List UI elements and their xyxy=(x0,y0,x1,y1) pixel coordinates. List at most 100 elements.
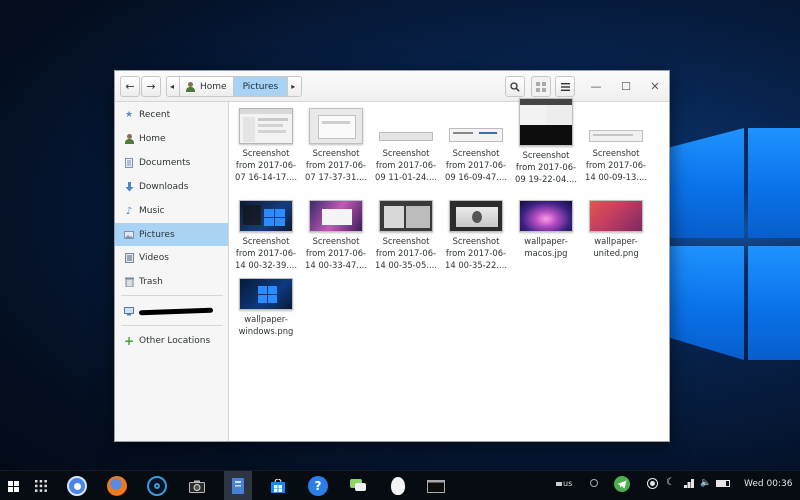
sidebar-item-device[interactable] xyxy=(115,300,228,322)
pictures-icon xyxy=(124,230,134,240)
maximize-icon: ☐ xyxy=(621,79,631,93)
chromium-launcher[interactable] xyxy=(67,476,87,496)
search-button[interactable] xyxy=(505,76,525,97)
sidebar-separator xyxy=(121,295,223,296)
sidebar-item-music[interactable]: ♪ Music xyxy=(115,200,228,222)
file-thumbnail xyxy=(589,108,643,144)
files-launcher[interactable] xyxy=(228,476,248,496)
chat-launcher[interactable] xyxy=(348,476,368,496)
help-launcher[interactable]: ? xyxy=(308,476,328,496)
file-item[interactable]: wallpaper-windows.png xyxy=(232,278,300,337)
back-button[interactable]: ← xyxy=(120,76,140,97)
file-item[interactable]: Screenshot from 2017-06-14 00-32-39.... xyxy=(232,200,300,271)
minimize-icon: — xyxy=(590,79,602,93)
sidebar-separator xyxy=(121,325,223,326)
user-home-icon xyxy=(186,81,195,92)
chat-bubbles-icon xyxy=(350,479,366,491)
file-thumbnail xyxy=(309,200,363,232)
taskbar: ? us ☾ 🔈 Wed 00:36 xyxy=(0,470,800,500)
videos-icon xyxy=(124,253,134,263)
screenshot-launcher[interactable] xyxy=(187,476,207,496)
file-thumbnail xyxy=(239,108,293,144)
camera-icon xyxy=(189,480,205,493)
file-item[interactable]: Screenshot from 2017-06-09 19-22-04.... xyxy=(512,98,580,185)
sidebar-item-pictures[interactable]: Pictures xyxy=(115,223,228,246)
wallpaper-windows-logo xyxy=(668,128,800,360)
file-item[interactable]: wallpaper-united.png xyxy=(582,200,650,259)
music-icon: ♪ xyxy=(125,205,133,217)
file-thumbnail xyxy=(309,108,363,144)
file-item[interactable]: Screenshot from 2017-06-07 16-14-17.... xyxy=(232,108,300,183)
keyboard-layout-indicator[interactable]: us xyxy=(556,479,572,488)
indicator-circle-icon[interactable] xyxy=(590,479,598,487)
downloads-icon xyxy=(124,182,134,192)
file-item[interactable]: Screenshot from 2017-06-07 17-37-31.... xyxy=(302,108,370,183)
search-icon xyxy=(510,81,520,92)
file-item[interactable]: Screenshot from 2017-06-14 00-33-47.... xyxy=(302,200,370,271)
home-icon xyxy=(124,134,134,144)
file-thumbnail xyxy=(239,278,293,310)
notification-icon[interactable] xyxy=(648,479,657,488)
clock-icon: ★ xyxy=(124,110,134,120)
terminal-launcher[interactable] xyxy=(426,476,446,496)
path-pictures-button[interactable]: Pictures xyxy=(233,77,289,96)
shopping-bag-icon xyxy=(271,479,285,493)
path-bar: ◂ Home Pictures ▸ xyxy=(166,76,303,97)
clock[interactable]: Wed 00:36 xyxy=(744,479,792,489)
keyboard-icon xyxy=(556,482,562,486)
app-grid-icon xyxy=(35,480,47,492)
chevron-left-icon: ◂ xyxy=(170,82,175,91)
file-manager-window: ← → ◂ Home Pictures ▸ — ☐ ✕ ★ Recent Home… xyxy=(114,70,670,442)
file-item[interactable]: wallpaper-macos.jpg xyxy=(512,200,580,259)
minimize-button[interactable]: — xyxy=(587,78,605,94)
computer-icon xyxy=(124,306,134,316)
night-light-icon[interactable]: ☾ xyxy=(666,477,675,488)
path-home-button[interactable]: Home xyxy=(180,77,234,96)
firefox-launcher[interactable] xyxy=(107,476,127,496)
settings-ring-icon xyxy=(154,483,160,489)
sidebar-item-home[interactable]: Home xyxy=(115,128,228,150)
egg-app-launcher[interactable] xyxy=(391,477,405,495)
file-item[interactable]: Screenshot from 2017-06-09 16-09-47.... xyxy=(442,108,510,183)
volume-icon[interactable]: 🔈 xyxy=(700,478,711,488)
file-item[interactable]: Screenshot from 2017-06-14 00-35-05.... xyxy=(372,200,440,271)
telegram-tray-icon[interactable] xyxy=(614,476,630,492)
file-item[interactable]: Screenshot from 2017-06-14 00-35-22.... xyxy=(442,200,510,271)
sidebar-item-recent[interactable]: ★ Recent xyxy=(115,104,228,126)
plus-icon: + xyxy=(123,334,135,348)
maximize-button[interactable]: ☐ xyxy=(617,78,635,94)
arrow-right-icon: → xyxy=(146,80,156,93)
file-item[interactable]: Screenshot from 2017-06-09 11-01-24.... xyxy=(372,108,440,183)
documents-icon xyxy=(124,158,134,168)
terminal-icon xyxy=(427,479,445,493)
sidebar-item-trash[interactable]: Trash xyxy=(115,271,228,293)
forward-button[interactable]: → xyxy=(141,76,161,97)
trash-icon xyxy=(124,277,134,287)
headerbar: ← → ◂ Home Pictures ▸ — ☐ ✕ xyxy=(115,71,669,102)
close-button[interactable]: ✕ xyxy=(646,78,664,94)
chromium-icon xyxy=(73,482,81,490)
sidebar-item-videos[interactable]: Videos xyxy=(115,247,228,269)
file-item[interactable]: Screenshot from 2017-06-14 00-09-13.... xyxy=(582,108,650,183)
battery-icon[interactable] xyxy=(716,480,730,487)
app-launcher-button[interactable] xyxy=(31,476,51,496)
sidebar-item-downloads[interactable]: Downloads xyxy=(115,176,228,198)
files-icon xyxy=(232,478,244,494)
software-store-launcher[interactable] xyxy=(268,476,288,496)
start-button[interactable] xyxy=(3,476,23,496)
arrow-left-icon: ← xyxy=(125,80,135,93)
budgie-settings-launcher[interactable] xyxy=(147,476,167,496)
help-icon: ? xyxy=(314,479,322,493)
file-thumbnail xyxy=(449,108,503,144)
close-icon: ✕ xyxy=(650,79,660,93)
path-scroll-right-button[interactable]: ▸ xyxy=(288,77,302,96)
view-toggle-button[interactable] xyxy=(531,76,551,97)
menu-button[interactable] xyxy=(555,76,575,97)
sidebar-item-documents[interactable]: Documents xyxy=(115,152,228,174)
hamburger-menu-icon xyxy=(560,82,570,91)
sidebar-item-other-locations[interactable]: + Other Locations xyxy=(115,330,228,352)
network-icon[interactable] xyxy=(684,478,694,490)
file-thumbnail xyxy=(449,200,503,232)
path-scroll-left-button[interactable]: ◂ xyxy=(167,77,180,96)
file-thumbnail xyxy=(519,200,573,232)
